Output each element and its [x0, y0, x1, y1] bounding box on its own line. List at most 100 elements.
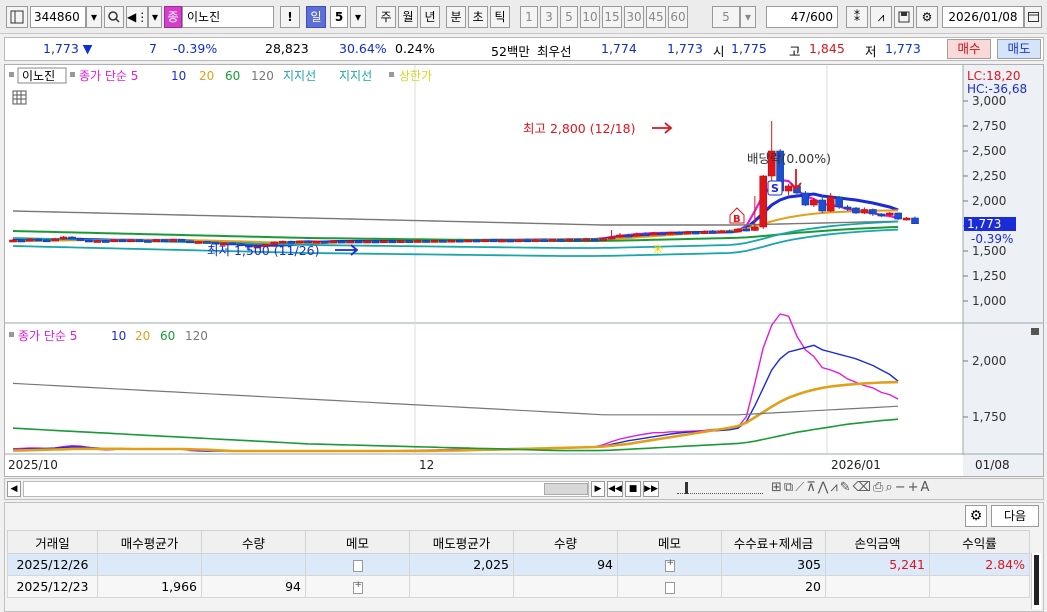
sell-button[interactable]: 매도 — [997, 39, 1041, 59]
column-header-sell-avg[interactable]: 매도평균가 — [409, 530, 514, 554]
stop-icon[interactable]: ■ — [625, 481, 641, 497]
memo-add-icon[interactable] — [664, 558, 675, 572]
chart-scrollbar[interactable] — [23, 481, 589, 497]
interval-5[interactable]: 5 — [560, 6, 578, 28]
interval-30[interactable]: 30 — [624, 6, 644, 28]
wave-icon[interactable]: ⩘ — [830, 480, 839, 495]
alert-button[interactable]: ! — [280, 6, 300, 28]
interval-3[interactable]: 3 — [540, 6, 558, 28]
gear-icon[interactable]: ⚙ — [965, 505, 987, 527]
stock-name-field[interactable]: 이노진 — [182, 6, 274, 28]
search-icon[interactable] — [104, 6, 124, 28]
column-header-buy-memo[interactable]: 메모 — [305, 530, 410, 554]
legend-item[interactable]: 10 — [171, 69, 186, 83]
interval-60[interactable]: 60 — [668, 6, 688, 28]
interval-45[interactable]: 45 — [646, 6, 666, 28]
chart-area[interactable]: 이노진 종가 단순 5 10 20 60 120 지지선 지지선 상한가 LC:… — [4, 64, 1044, 477]
interval-select[interactable]: 5 — [712, 6, 740, 28]
legend-item[interactable]: 지지선 — [339, 69, 372, 83]
column-header-fee[interactable]: 수수료+제세금 — [721, 530, 826, 554]
indicator-icon[interactable]: ⩘ — [870, 6, 892, 28]
fast-forward-icon[interactable]: ▶▶ — [643, 481, 659, 497]
sell-marker[interactable]: S — [767, 180, 783, 196]
compare-icon[interactable]: ⁑ — [846, 6, 868, 28]
memo-add-icon[interactable] — [352, 580, 363, 594]
panel-collapse-icon[interactable] — [1031, 328, 1039, 335]
buy-button[interactable]: 매수 — [947, 39, 991, 59]
legend-item[interactable]: 120 — [185, 329, 208, 343]
legend-item[interactable]: 20 — [199, 69, 214, 83]
save-icon[interactable] — [894, 6, 914, 28]
cell-sell-memo[interactable] — [617, 553, 722, 576]
scroll-left-icon[interactable]: ◀ — [7, 481, 21, 497]
trendline-icon[interactable]: ⊼ — [806, 480, 818, 495]
legend-item[interactable]: 120 — [251, 69, 274, 83]
legend-item[interactable]: 상한가 — [399, 69, 432, 83]
legend-item[interactable]: 종가 단순 5 — [18, 329, 77, 343]
legend-item[interactable]: 지지선 — [283, 69, 316, 83]
buy-marker[interactable]: B — [729, 207, 745, 225]
date-input[interactable]: 2026/01/08 — [942, 6, 1024, 28]
table-view-icon[interactable] — [12, 90, 27, 105]
interval-dropdown-icon[interactable]: ▾ — [740, 6, 756, 28]
legend-item[interactable]: 이노진 — [22, 69, 55, 83]
scroll-thumb[interactable] — [544, 483, 588, 495]
layout-icon[interactable] — [6, 6, 28, 28]
window-icon[interactable]: ⧉ — [784, 480, 795, 495]
code-dropdown-icon[interactable]: ▾ — [86, 6, 102, 28]
fan-icon[interactable]: ⋀ — [818, 480, 831, 495]
period-year-tab[interactable]: 년 — [420, 6, 440, 28]
legend-item[interactable]: 20 — [135, 329, 150, 343]
print-icon[interactable]: ⎙ — [873, 480, 885, 495]
font-size-icon[interactable]: A — [921, 480, 932, 495]
memo-icon[interactable] — [664, 581, 675, 594]
column-header-buy-avg[interactable]: 매수평균가 — [97, 530, 202, 554]
period-month-tab[interactable]: 월 — [398, 6, 418, 28]
period-week-tab[interactable]: 주 — [376, 6, 396, 28]
period-day-tab[interactable]: 일 — [306, 6, 326, 28]
period-tick-tab[interactable]: 틱 — [490, 6, 510, 28]
column-header-sell-qty[interactable]: 수량 — [513, 530, 618, 554]
period-minute-tab[interactable]: 분 — [446, 6, 466, 28]
table-row[interactable]: 2025/12/23 1,966 94 20 — [7, 575, 1030, 598]
pencil-icon[interactable]: ✎ — [840, 480, 853, 495]
zoom-slider-handle[interactable] — [685, 482, 688, 494]
interval-1[interactable]: 1 — [520, 6, 538, 28]
cell-buy-memo[interactable] — [305, 575, 410, 598]
cell-sell-memo[interactable] — [617, 575, 722, 598]
vertical-scroll-thumb[interactable] — [1034, 555, 1039, 605]
stock-code-input[interactable]: 344860 — [30, 6, 86, 28]
magnify-icon[interactable]: ⌕ — [885, 480, 894, 495]
stock-chart-svg[interactable]: 이노진 종가 단순 5 10 20 60 120 지지선 지지선 상한가 LC:… — [5, 65, 1043, 476]
legend-item[interactable]: 10 — [111, 329, 126, 343]
interval-10[interactable]: 10 — [580, 6, 600, 28]
gear-icon[interactable]: ⚙ — [916, 6, 938, 28]
zoom-slider[interactable] — [677, 482, 763, 494]
zoom-in-icon[interactable]: + — [908, 480, 921, 495]
legend-item[interactable]: 60 — [160, 329, 175, 343]
column-header-pnl[interactable]: 손익금액 — [825, 530, 930, 554]
speaker-icon[interactable]: ◀⋮ — [126, 6, 148, 28]
memo-icon[interactable] — [352, 559, 363, 572]
period-dropdown-icon[interactable]: ▾ — [350, 6, 366, 28]
scroll-right-icon[interactable]: ▶ — [591, 481, 605, 497]
table-row[interactable]: 2025/12/26 2,025 94 305 5,241 2.84% — [7, 553, 1030, 576]
chart-type-icon[interactable]: ⟋ — [795, 480, 806, 495]
calendar-icon[interactable] — [1024, 6, 1042, 28]
legend-item[interactable]: 종가 단순 5 — [79, 69, 138, 83]
speaker-dropdown-icon[interactable]: ▾ — [148, 6, 162, 28]
column-header-date[interactable]: 거래일 — [7, 530, 98, 554]
bar-count-input[interactable]: 47/600 — [766, 6, 838, 28]
erase-icon[interactable]: ⌫ — [853, 480, 873, 495]
interval-15[interactable]: 15 — [602, 6, 622, 28]
grid-layout-icon[interactable]: ⊞ — [771, 480, 784, 495]
column-header-buy-qty[interactable]: 수량 — [201, 530, 306, 554]
zoom-out-icon[interactable]: − — [895, 480, 908, 495]
vertical-scrollbar[interactable] — [1031, 553, 1041, 609]
legend-item[interactable]: 60 — [225, 69, 240, 83]
cell-buy-memo[interactable] — [305, 553, 410, 576]
period-second-tab[interactable]: 초 — [468, 6, 488, 28]
column-header-sell-memo[interactable]: 메모 — [617, 530, 722, 554]
period-day-value[interactable]: 5 — [330, 6, 348, 28]
rewind-icon[interactable]: ◀◀ — [607, 481, 623, 497]
